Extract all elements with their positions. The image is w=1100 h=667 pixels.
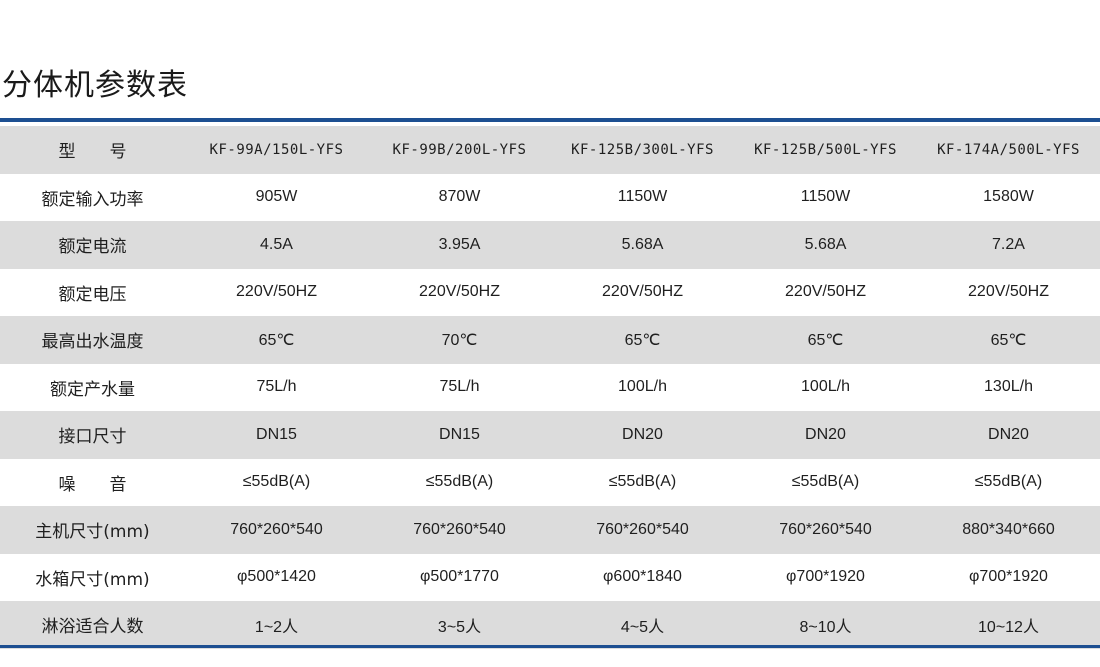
table-cell: 220V/50HZ <box>968 283 1049 301</box>
row-label: 主机尺寸(mm) <box>35 522 150 543</box>
table-cell: ≤55dB(A) <box>608 473 677 491</box>
row-label: 额定电流 <box>58 237 127 258</box>
table-cell: 7.2A <box>992 235 1025 253</box>
table-cell: 880*340*660 <box>962 520 1055 538</box>
row-label: 水箱尺寸(mm) <box>35 569 150 590</box>
table-cell: KF-174A/500L-YFS <box>937 141 1080 158</box>
table-cell: 5.68A <box>621 235 664 253</box>
table-row-shower-capacity: 淋浴适合人数 1~2人 3~5人 4~5人 8~10人 10~12人 <box>0 601 1100 649</box>
table-cell: DN20 <box>805 425 846 443</box>
table-cell: 220V/50HZ <box>419 283 500 301</box>
row-label: 淋浴适合人数 <box>41 617 144 638</box>
table-cell: 870W <box>438 188 481 206</box>
table-cell: 65℃ <box>258 331 295 349</box>
row-label: 型 号 <box>58 142 127 163</box>
table-cell: DN20 <box>622 425 663 443</box>
table-cell: 100L/h <box>618 378 667 396</box>
table-cell: 1580W <box>983 188 1034 206</box>
table-cell: φ500*1770 <box>420 568 499 586</box>
table-cell: 1~2人 <box>254 618 299 636</box>
table-cell: KF-99B/200L-YFS <box>392 141 527 158</box>
table-cell: ≤55dB(A) <box>974 473 1043 491</box>
table-row-unit-size: 主机尺寸(mm) 760*260*540 760*260*540 760*260… <box>0 506 1100 554</box>
table-cell: 65℃ <box>624 331 661 349</box>
table-cell: 3.95A <box>438 235 481 253</box>
row-label: 额定输入功率 <box>41 189 144 210</box>
table-cell: 220V/50HZ <box>602 283 683 301</box>
table-cell: 75L/h <box>256 378 297 396</box>
table-cell: 905W <box>255 188 298 206</box>
table-cell: 1150W <box>617 188 668 206</box>
table-cell: KF-125B/300L-YFS <box>571 141 714 158</box>
spec-table: 型 号 KF-99A/150L-YFS KF-99B/200L-YFS KF-1… <box>0 126 1100 649</box>
table-cell: 10~12人 <box>978 618 1039 636</box>
row-label: 额定电压 <box>58 284 127 305</box>
table-cell: 65℃ <box>807 331 844 349</box>
table-cell: DN15 <box>256 425 297 443</box>
table-cell: 75L/h <box>439 378 480 396</box>
table-cell: KF-99A/150L-YFS <box>209 141 344 158</box>
table-cell: 70℃ <box>441 331 478 349</box>
table-cell: 220V/50HZ <box>785 283 866 301</box>
row-label: 额定产水量 <box>50 379 135 400</box>
table-cell: 65℃ <box>990 331 1027 349</box>
table-cell: 1150W <box>800 188 851 206</box>
table-cell: 5.68A <box>804 235 847 253</box>
table-row-noise: 噪 音 ≤55dB(A) ≤55dB(A) ≤55dB(A) ≤55dB(A) … <box>0 459 1100 507</box>
table-cell: φ700*1920 <box>786 568 865 586</box>
table-row-voltage: 额定电压 220V/50HZ 220V/50HZ 220V/50HZ 220V/… <box>0 269 1100 317</box>
table-cell: 4.5A <box>260 235 293 253</box>
table-row-max-temp: 最高出水温度 65℃ 70℃ 65℃ 65℃ 65℃ <box>0 316 1100 364</box>
table-cell: 760*260*540 <box>230 520 323 538</box>
table-row-tank-size: 水箱尺寸(mm) φ500*1420 φ500*1770 φ600*1840 φ… <box>0 554 1100 602</box>
row-label: 噪 音 <box>58 474 127 495</box>
table-cell: φ600*1840 <box>603 568 682 586</box>
table-cell: 8~10人 <box>799 618 852 636</box>
table-row-power: 额定输入功率 905W 870W 1150W 1150W 1580W <box>0 174 1100 222</box>
table-row-water-output: 额定产水量 75L/h 75L/h 100L/h 100L/h 130L/h <box>0 364 1100 412</box>
page-title: 分体机参数表 <box>2 68 188 103</box>
top-divider <box>0 118 1100 122</box>
table-cell: 3~5人 <box>437 618 482 636</box>
table-row-interface: 接口尺寸 DN15 DN15 DN20 DN20 DN20 <box>0 411 1100 459</box>
table-cell: 760*260*540 <box>779 520 872 538</box>
bottom-divider <box>0 645 1100 648</box>
table-cell: 220V/50HZ <box>236 283 317 301</box>
table-cell: 4~5人 <box>620 618 665 636</box>
table-cell: ≤55dB(A) <box>791 473 860 491</box>
table-cell: 760*260*540 <box>413 520 506 538</box>
table-cell: KF-125B/500L-YFS <box>754 141 897 158</box>
table-row-current: 额定电流 4.5A 3.95A 5.68A 5.68A 7.2A <box>0 221 1100 269</box>
row-label: 最高出水温度 <box>41 332 144 353</box>
table-row-model: 型 号 KF-99A/150L-YFS KF-99B/200L-YFS KF-1… <box>0 126 1100 174</box>
table-cell: ≤55dB(A) <box>242 473 311 491</box>
table-cell: DN15 <box>439 425 480 443</box>
table-cell: ≤55dB(A) <box>425 473 494 491</box>
table-cell: 100L/h <box>801 378 850 396</box>
row-label: 接口尺寸 <box>58 427 127 448</box>
table-cell: DN20 <box>988 425 1029 443</box>
table-cell: φ500*1420 <box>237 568 316 586</box>
table-cell: φ700*1920 <box>969 568 1048 586</box>
table-cell: 760*260*540 <box>596 520 689 538</box>
table-cell: 130L/h <box>984 378 1033 396</box>
